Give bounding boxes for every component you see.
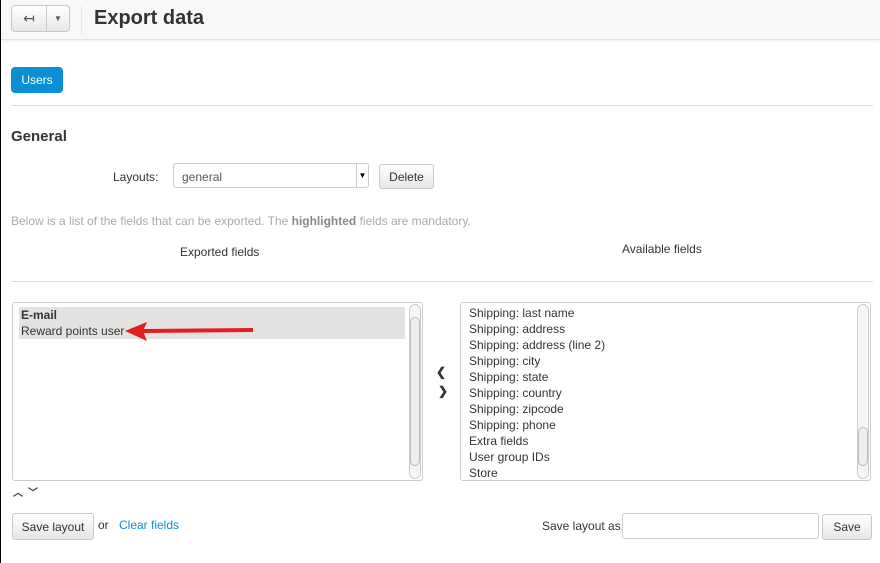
back-button[interactable]: ↤ xyxy=(12,6,47,31)
back-button-group: ↤ ▼ xyxy=(11,5,70,32)
list-item[interactable]: Shipping: city xyxy=(461,353,870,369)
top-bar: ↤ ▼ Export data xyxy=(1,0,880,40)
page-title: Export data xyxy=(94,7,205,29)
list-item[interactable]: Store xyxy=(461,465,870,480)
layout-name-input[interactable] xyxy=(622,513,819,539)
caret-down-icon: ▼ xyxy=(54,14,62,23)
scrollbar[interactable] xyxy=(857,304,869,479)
move-right-icon[interactable]: ❯ xyxy=(438,384,448,398)
move-down-icon[interactable]: ﹀ xyxy=(28,484,38,499)
divider xyxy=(11,281,873,282)
scrollbar[interactable] xyxy=(409,304,421,479)
delete-layout-button[interactable]: Delete xyxy=(379,164,434,189)
list-item[interactable]: Shipping: country xyxy=(461,385,870,401)
save-layout-button[interactable]: Save layout xyxy=(12,513,94,540)
list-item[interactable]: Shipping: address (line 2) xyxy=(461,337,870,353)
layouts-select[interactable]: general ▼ xyxy=(173,163,369,188)
list-item[interactable]: Shipping: address xyxy=(461,321,870,337)
history-dropdown-button[interactable]: ▼ xyxy=(47,6,69,31)
caret-down-icon: ▼ xyxy=(356,164,368,187)
available-fields-heading: Available fields xyxy=(622,242,702,256)
save-layout-as-label: Save layout as: xyxy=(542,519,625,533)
list-item[interactable]: Shipping: phone xyxy=(461,417,870,433)
save-button[interactable]: Save xyxy=(822,514,872,540)
divider xyxy=(11,105,873,106)
layouts-label: Layouts: xyxy=(113,170,159,184)
section-title: General xyxy=(11,128,67,145)
annotation-arrow xyxy=(125,322,254,341)
list-item[interactable]: Shipping: state xyxy=(461,369,870,385)
divider xyxy=(81,6,82,34)
move-up-icon[interactable]: ︿ xyxy=(13,484,23,499)
clear-fields-link[interactable]: Clear fields xyxy=(119,518,179,532)
tab-users[interactable]: Users xyxy=(11,67,63,93)
back-arrow-icon: ↤ xyxy=(23,10,35,26)
list-item[interactable]: User group IDs xyxy=(461,449,870,465)
exported-fields-heading: Exported fields xyxy=(180,245,260,259)
hint-text: Below is a list of the fields that can b… xyxy=(11,214,471,228)
list-item[interactable]: Extra fields xyxy=(461,433,870,449)
layouts-selected-value: general xyxy=(182,170,223,184)
list-item[interactable]: Shipping: last name xyxy=(461,305,870,321)
available-fields-list[interactable]: Shipping: last name Shipping: address Sh… xyxy=(460,302,871,481)
list-item[interactable]: Shipping: zipcode xyxy=(461,401,870,417)
move-left-icon[interactable]: ❮ xyxy=(436,365,446,379)
or-text: or xyxy=(98,518,109,532)
